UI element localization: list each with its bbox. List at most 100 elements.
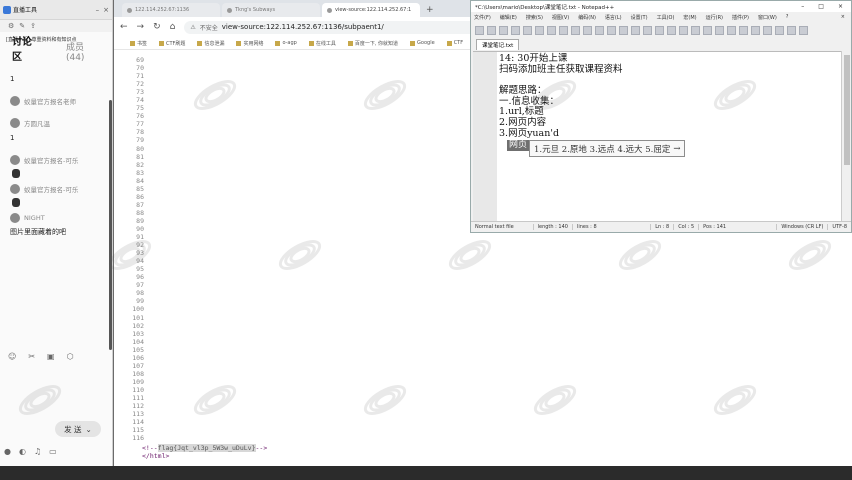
bookmark-item[interactable]: 书签 (130, 40, 147, 47)
menu-item[interactable]: 宏(M) (683, 14, 696, 21)
send-button[interactable]: 发 送 ⌄ (55, 421, 101, 437)
toolbar-button-icon[interactable] (667, 26, 676, 35)
chevron-right-icon[interactable]: → (673, 144, 680, 154)
bookmark-item[interactable]: CTF刷题 (159, 40, 185, 47)
toolbar-button-icon[interactable] (607, 26, 616, 35)
browser-tab-active[interactable]: view-source:122.114.252.67:1 (322, 3, 420, 17)
menu-item[interactable]: 文件(F) (474, 14, 491, 21)
bookmark-item[interactable]: 实用网络 (236, 40, 263, 47)
browser-tab[interactable]: Tkng's Subways (222, 3, 320, 17)
gift-icon[interactable]: ⬡ (67, 352, 74, 361)
toolbar-button-icon[interactable] (679, 26, 688, 35)
address-bar[interactable]: ⚠ 不安全 view-source:122.114.252.67:1136/su… (184, 20, 485, 34)
close-doc-icon[interactable]: × (841, 14, 851, 20)
back-icon[interactable]: ← (120, 22, 128, 32)
toolbar-button-icon[interactable] (475, 26, 484, 35)
scissors-icon[interactable]: ✂ (28, 352, 35, 361)
tab-members[interactable]: 成员(44) (66, 40, 100, 63)
toolbar-button-icon[interactable] (763, 26, 772, 35)
status-encoding: UTF-8 (832, 224, 847, 230)
bookmark-item[interactable]: 百度一下, 你就知道 (347, 40, 398, 47)
toolbar-button-icon[interactable] (487, 26, 496, 35)
maximize-icon[interactable]: □ (818, 3, 824, 10)
share-icon[interactable]: ⇪ (30, 22, 36, 30)
toolbar-button-icon[interactable] (703, 26, 712, 35)
warning-icon: ⚠ (190, 23, 196, 31)
bookmark-item[interactable]: CTF (446, 40, 463, 46)
menu-item[interactable]: 搜索(S) (526, 14, 543, 21)
toolbar-button-icon[interactable] (739, 26, 748, 35)
browser-tab[interactable]: 122.114.252.67:1136 (122, 3, 220, 17)
live-tabs: 讨论区 成员(44) (0, 37, 112, 65)
toolbar-button-icon[interactable] (535, 26, 544, 35)
toolbar-button-icon[interactable] (571, 26, 580, 35)
notepad-file-tab[interactable]: 课堂笔记.txt (476, 39, 520, 50)
toolbar-button-icon[interactable] (799, 26, 808, 35)
line-number: 109 (132, 377, 144, 386)
tab-discussion[interactable]: 讨论区 (12, 33, 40, 63)
bookmark-item[interactable]: 在线工具 (308, 40, 336, 47)
toolbar-button-icon[interactable] (583, 26, 592, 35)
toolbar-button-icon[interactable] (631, 26, 640, 35)
live-bottom-bar: ● ◐ ♫ ▭ (4, 447, 57, 456)
toolbar-button-icon[interactable] (715, 26, 724, 35)
reload-icon[interactable]: ↻ (153, 22, 161, 32)
toolbar-button-icon[interactable] (595, 26, 604, 35)
bookmark-label: Google (417, 40, 435, 46)
line-number: 93 (136, 249, 144, 258)
toolbar-button-icon[interactable] (511, 26, 520, 35)
bookmark-item[interactable]: 信息泄漏 (197, 40, 224, 47)
toolbar-button-icon[interactable] (547, 26, 556, 35)
toolbar-button-icon[interactable] (775, 26, 784, 35)
menu-item[interactable]: 编辑(E) (500, 14, 517, 21)
bookmark-item[interactable]: Google (410, 40, 435, 46)
toolbar-button-icon[interactable] (643, 26, 652, 35)
menu-item[interactable]: 编码(N) (578, 14, 596, 21)
mic-icon[interactable]: ● (4, 447, 11, 456)
menu-item[interactable]: 运行(R) (706, 14, 723, 21)
screen-icon[interactable]: ▭ (49, 447, 57, 456)
toolbar-button-icon[interactable] (559, 26, 568, 35)
globe-icon (227, 7, 232, 13)
menu-item[interactable]: 插件(P) (732, 14, 749, 21)
menu-item[interactable]: 窗口(W) (758, 14, 777, 21)
toolbar-button-icon[interactable] (499, 26, 508, 35)
ime-candidates[interactable]: 1.元旦 2.原地 3.远点 4.远大 5.屈定 (534, 143, 670, 155)
menu-item[interactable]: 视图(V) (552, 14, 569, 21)
toolbar-button-icon[interactable] (523, 26, 532, 35)
music-icon[interactable]: ♫ (34, 447, 41, 456)
toolbar-button-icon[interactable] (691, 26, 700, 35)
pen-icon[interactable]: ✎ (19, 22, 25, 30)
menu-item[interactable]: 工具(O) (657, 14, 675, 21)
line-number: 81 (136, 152, 144, 161)
toolbar-button-icon[interactable] (655, 26, 664, 35)
chat-scrollbar[interactable] (109, 100, 112, 350)
minimize-icon[interactable]: – (96, 6, 100, 14)
settings-icon[interactable]: ⚙ (8, 22, 14, 30)
scroll-thumb[interactable] (844, 55, 850, 165)
chevron-down-icon[interactable]: ⌄ (86, 425, 92, 434)
menu-item[interactable]: ? (786, 14, 789, 20)
image-icon[interactable]: ▣ (47, 352, 55, 361)
line-number: 71 (136, 72, 144, 81)
notepad-scrollbar[interactable] (841, 51, 851, 222)
forward-icon[interactable]: → (137, 22, 145, 32)
notepad-editor[interactable]: 14: 30开始上课 扫码添加班主任获取课程资料 解题思路： 一.信息收集： 1.url… (473, 51, 841, 222)
close-icon[interactable]: × (838, 3, 843, 10)
code-tail: <!--flag{Jqt_vl3p_5W3w_uDuLv}--> </html> (142, 444, 267, 460)
bookmark-item[interactable]: o-agp (275, 40, 297, 46)
toolbar-button-icon[interactable] (727, 26, 736, 35)
ime-candidate-box[interactable]: 1.元旦 2.原地 3.远点 4.远大 5.屈定 → (529, 140, 686, 157)
toolbar-button-icon[interactable] (751, 26, 760, 35)
new-tab-icon[interactable]: + (422, 5, 434, 17)
emoji-icon[interactable]: ☺ (8, 352, 16, 361)
menu-item[interactable]: 语言(L) (605, 14, 622, 21)
toolbar-button-icon[interactable] (787, 26, 796, 35)
home-icon[interactable]: ⌂ (170, 22, 176, 32)
toolbar-button-icon[interactable] (619, 26, 628, 35)
mute-icon[interactable]: ◐ (19, 447, 26, 456)
close-icon[interactable]: × (103, 6, 109, 14)
line-number: 84 (136, 176, 144, 185)
menu-item[interactable]: 设置(T) (631, 14, 648, 21)
minimize-icon[interactable]: – (801, 3, 804, 10)
